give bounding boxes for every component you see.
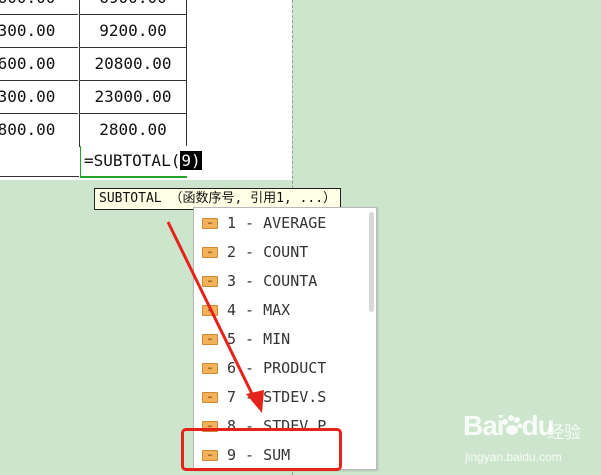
- list-item[interactable]: ↔ 5 - MIN: [194, 325, 362, 354]
- paw-logo-icon: [502, 415, 523, 435]
- function-icon: ↔: [202, 334, 218, 345]
- cell[interactable]: 2800.00: [0, 113, 78, 147]
- scrollbar-thumb[interactable]: [369, 212, 374, 312]
- cell[interactable]: 6900.00: [79, 0, 187, 15]
- sum-highlight-box: [181, 428, 342, 471]
- function-icon: ↔: [202, 392, 218, 403]
- empty-cell[interactable]: [0, 146, 79, 177]
- cell[interactable]: 2300.00: [0, 14, 78, 48]
- formula-input[interactable]: =SUBTOTAL(9): [84, 147, 202, 175]
- cell[interactable]: 2800.00: [79, 113, 187, 147]
- cell[interactable]: 9200.00: [79, 14, 187, 48]
- function-icon: ↔: [202, 218, 218, 229]
- cell[interactable]: 23000.00: [79, 80, 187, 114]
- baidu-watermark: Bai du 经验 jingyan.baidu.com: [461, 410, 601, 475]
- cell[interactable]: 20800.00: [79, 47, 187, 81]
- function-icon: ↔: [202, 276, 218, 287]
- table-row: 2300.00 9200.00: [0, 14, 187, 48]
- watermark-cn: 经验: [547, 423, 581, 443]
- function-icon: ↔: [202, 247, 218, 258]
- cell[interactable]: 2300.00: [0, 80, 78, 114]
- table-row: 2300.00 23000.00: [0, 80, 187, 114]
- watermark-url: jingyan.baidu.com: [465, 450, 562, 464]
- list-item[interactable]: ↔ 3 - COUNTA: [194, 267, 362, 296]
- cell[interactable]: 2600.00: [0, 0, 78, 15]
- function-icon: ↔: [202, 305, 218, 316]
- cell[interactable]: 2600.00: [0, 47, 78, 81]
- formula-cursor: 9): [180, 151, 202, 170]
- list-item[interactable]: ↔ 6 - PRODUCT: [194, 354, 362, 383]
- function-icon: ↔: [202, 363, 218, 374]
- list-item[interactable]: ↔ 7 - STDEV.S: [194, 383, 362, 412]
- table-row: 2800.00 2800.00: [0, 113, 187, 147]
- table-row: 2600.00 20800.00: [0, 47, 187, 81]
- formula-prefix: =SUBTOTAL(: [84, 151, 181, 170]
- list-item[interactable]: ↔ 2 - COUNT: [194, 238, 362, 267]
- list-item[interactable]: ↔ 4 - MAX: [194, 296, 362, 325]
- list-item[interactable]: ↔ 1 - AVERAGE: [194, 209, 362, 238]
- table-row: 2600.00 6900.00: [0, 0, 187, 15]
